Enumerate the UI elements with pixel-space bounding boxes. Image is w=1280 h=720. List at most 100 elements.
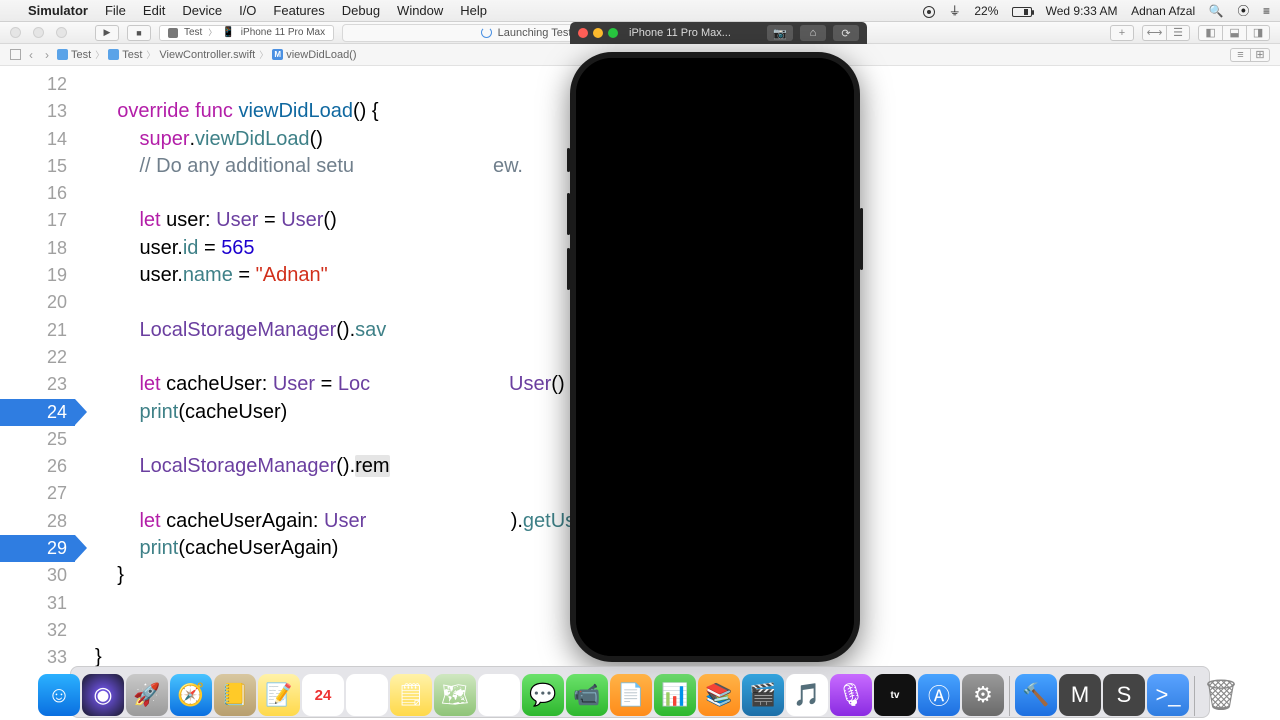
dock-notes-icon[interactable]: 📝: [258, 674, 300, 716]
line-number[interactable]: 28: [0, 508, 75, 535]
line-number[interactable]: 27: [0, 480, 75, 507]
line-number[interactable]: 18: [0, 235, 75, 262]
menu-features[interactable]: Features: [273, 3, 324, 18]
stop-button[interactable]: ■: [127, 25, 151, 41]
menu-debug[interactable]: Debug: [342, 3, 380, 18]
nav-back-button[interactable]: ‹: [25, 48, 37, 62]
dock-siri-icon[interactable]: ◉: [82, 674, 124, 716]
editor-mode-segment[interactable]: ⟷ ☰: [1142, 25, 1190, 41]
dock-books-icon[interactable]: 📚: [698, 674, 740, 716]
line-number[interactable]: 30: [0, 562, 75, 589]
simulator-window[interactable]: iPhone 11 Pro Max... 📷 ⌂ ⟳ I: [570, 22, 867, 662]
sim-close-icon[interactable]: [578, 28, 588, 38]
dock-photos-icon[interactable]: ✿: [478, 674, 520, 716]
line-number[interactable]: 15: [0, 153, 75, 180]
line-number[interactable]: 21: [0, 317, 75, 344]
dock-reminders-icon[interactable]: ☑: [346, 674, 388, 716]
library-button[interactable]: +: [1110, 25, 1134, 41]
volume-up-button[interactable]: [567, 193, 570, 235]
line-number[interactable]: 22: [0, 344, 75, 371]
right-panel-icon[interactable]: ◨: [1246, 25, 1270, 41]
line-number[interactable]: 31: [0, 590, 75, 617]
dock-numbers-icon[interactable]: 📊: [654, 674, 696, 716]
line-number[interactable]: 13: [0, 98, 75, 125]
adjust-editor-icon[interactable]: ⊞: [1250, 48, 1270, 62]
dock-messages-icon[interactable]: 💬: [522, 674, 564, 716]
sim-max-icon[interactable]: [608, 28, 618, 38]
sim-min-icon[interactable]: [593, 28, 603, 38]
dock-terminal-icon[interactable]: >_: [1147, 674, 1189, 716]
dock-safari-icon[interactable]: 🧭: [170, 674, 212, 716]
battery-icon[interactable]: [1012, 7, 1032, 17]
crumb-symbol[interactable]: MviewDidLoad(): [272, 49, 356, 61]
standard-editor-icon[interactable]: ⟷: [1142, 25, 1166, 41]
device-screen[interactable]: [576, 58, 854, 656]
assistant-editor-icon[interactable]: ☰: [1166, 25, 1190, 41]
line-number[interactable]: 32: [0, 617, 75, 644]
crumb-project[interactable]: Test: [57, 49, 91, 61]
app-menu[interactable]: Simulator: [28, 3, 88, 18]
dock-sublime-icon[interactable]: S: [1103, 674, 1145, 716]
dock-calendar-icon[interactable]: 24: [302, 674, 344, 716]
dock-contacts-icon[interactable]: 📒: [214, 674, 256, 716]
line-number[interactable]: 19: [0, 262, 75, 289]
line-number[interactable]: 26: [0, 453, 75, 480]
bottom-panel-icon[interactable]: ⬓: [1222, 25, 1246, 41]
menu-help[interactable]: Help: [460, 3, 487, 18]
dock-stickies-icon[interactable]: 🗒: [390, 674, 432, 716]
line-number[interactable]: 23: [0, 371, 75, 398]
line-number[interactable]: 16: [0, 180, 75, 207]
line-number[interactable]: 17: [0, 207, 75, 234]
dock-xcode-icon[interactable]: 🔨: [1015, 674, 1057, 716]
volume-down-button[interactable]: [567, 248, 570, 290]
dock-preferences-icon[interactable]: ⚙: [962, 674, 1004, 716]
crumb-folder[interactable]: Test: [108, 49, 142, 61]
search-icon[interactable]: 🔍: [1209, 4, 1224, 18]
control-center-icon[interactable]: ⦿: [1237, 4, 1249, 18]
menu-io[interactable]: I/O: [239, 3, 256, 18]
scheme-selector[interactable]: Test 〉 📱 iPhone 11 Pro Max: [159, 25, 334, 41]
dock-pages-icon[interactable]: 📄: [610, 674, 652, 716]
menu-device[interactable]: Device: [182, 3, 222, 18]
rotate-button[interactable]: ⟳: [833, 25, 859, 41]
win-max-icon[interactable]: [56, 27, 67, 38]
dock-appstore-icon[interactable]: Ⓐ: [918, 674, 960, 716]
dock-music-icon[interactable]: 🎵: [786, 674, 828, 716]
datetime[interactable]: Wed 9:33 AM: [1046, 4, 1118, 18]
home-button[interactable]: ⌂: [800, 25, 826, 41]
line-number[interactable]: 29: [0, 535, 75, 562]
related-items-icon[interactable]: [10, 49, 21, 60]
win-close-icon[interactable]: [10, 27, 21, 38]
run-button[interactable]: ▶: [95, 25, 119, 41]
dock-tv-icon[interactable]: tv: [874, 674, 916, 716]
line-number[interactable]: 12: [0, 71, 75, 98]
line-number[interactable]: 24: [0, 399, 75, 426]
line-number[interactable]: 20: [0, 289, 75, 316]
minimap-icon[interactable]: ≡: [1230, 48, 1250, 62]
dock-finder-icon[interactable]: ☺: [38, 674, 80, 716]
menu-edit[interactable]: Edit: [143, 3, 165, 18]
menu-file[interactable]: File: [105, 3, 126, 18]
wifi-icon[interactable]: ⏚: [949, 4, 961, 18]
dock-podcasts-icon[interactable]: 🎙: [830, 674, 872, 716]
dock-facetime-icon[interactable]: 📹: [566, 674, 608, 716]
line-gutter[interactable]: 1213141516171819202122232425262728293031…: [0, 71, 75, 672]
dock-mamp-icon[interactable]: M: [1059, 674, 1101, 716]
left-panel-icon[interactable]: ◧: [1198, 25, 1222, 41]
dock-launchpad-icon[interactable]: 🚀: [126, 674, 168, 716]
panel-toggle-segment[interactable]: ◧ ⬓ ◨: [1198, 25, 1270, 41]
dock-maps-icon[interactable]: 🗺: [434, 674, 476, 716]
record-icon[interactable]: [923, 6, 935, 18]
line-number[interactable]: 14: [0, 126, 75, 153]
mute-switch[interactable]: [567, 148, 570, 172]
win-min-icon[interactable]: [33, 27, 44, 38]
dock-keynote-icon[interactable]: 🎬: [742, 674, 784, 716]
user-name[interactable]: Adnan Afzal: [1131, 4, 1195, 18]
power-button[interactable]: [860, 208, 863, 270]
simulator-titlebar[interactable]: iPhone 11 Pro Max... 📷 ⌂ ⟳: [570, 22, 867, 44]
notification-icon[interactable]: ≡: [1263, 4, 1270, 18]
dock-trash-icon[interactable]: 🗑: [1200, 674, 1242, 716]
nav-forward-button[interactable]: ›: [41, 48, 53, 62]
line-number[interactable]: 25: [0, 426, 75, 453]
menu-window[interactable]: Window: [397, 3, 443, 18]
